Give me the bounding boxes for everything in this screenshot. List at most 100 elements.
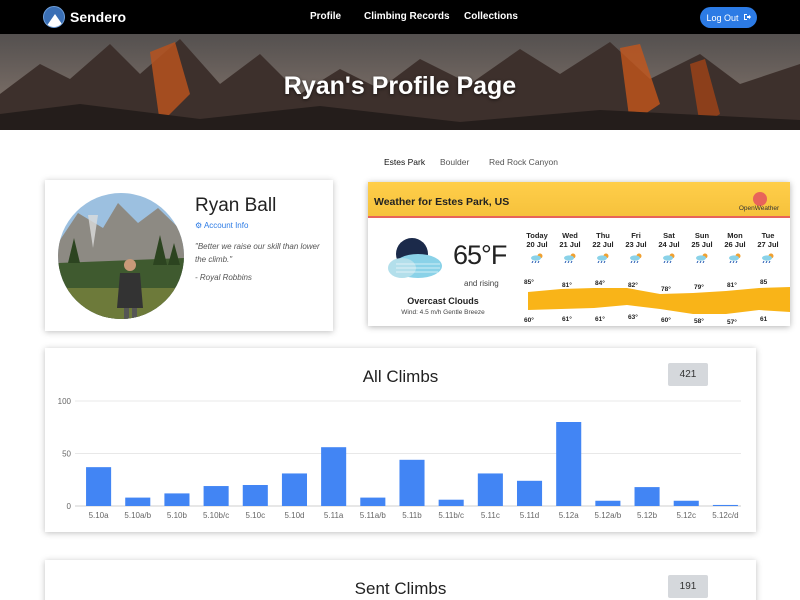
- bar-5-11a[interactable]: [321, 447, 347, 506]
- bar-5-10a[interactable]: [86, 467, 112, 506]
- wind-info: Wind: 4.5 m/h Gentle Breeze: [401, 309, 485, 316]
- all-climbs-bar-chart: 0 50 100 5.10a 5.10a/b 5.10b 5.10b/c 5.10c 5.10d…: [58, 397, 741, 520]
- forecast-day-name: Wed: [562, 231, 578, 240]
- tab-estes-park[interactable]: Estes Park: [384, 157, 425, 167]
- forecast-high: 85°: [524, 279, 534, 286]
- forecast-day-name: Fri: [631, 231, 641, 240]
- forecast-low: 61: [760, 316, 768, 323]
- x-tick-label: 5.12c: [676, 511, 696, 520]
- forecast-weather-icon: [564, 253, 576, 263]
- tab-boulder[interactable]: Boulder: [440, 157, 469, 167]
- x-tick-label: 5.11b/c: [438, 511, 464, 520]
- bar-5-10b[interactable]: [164, 493, 190, 506]
- x-tick-label: 5.11b: [402, 511, 422, 520]
- sign-out-icon: [743, 13, 751, 23]
- forecast-day: Mon 26 Jul: [719, 231, 751, 249]
- forecast-high: 78°: [661, 286, 671, 293]
- forecast-day-name: Sat: [663, 231, 675, 240]
- forecast-high: 81°: [562, 282, 572, 289]
- forecast-weather-icon: [663, 253, 675, 263]
- bar-5-12c-d[interactable]: [712, 504, 738, 506]
- forecast-low: 61°: [562, 316, 572, 323]
- forecast-weather-icon: [762, 253, 774, 263]
- quote: "Better we raise our skill than lower th…: [195, 242, 320, 264]
- forecast-day-name: Mon: [727, 231, 743, 240]
- temperature-trend: and rising: [464, 279, 499, 288]
- openweather-label: OpenWeather: [738, 205, 780, 212]
- overcast-clouds-icon: [388, 238, 442, 278]
- x-tick-label: 5.11d: [520, 511, 539, 520]
- forecast-weather-icon: [597, 253, 609, 263]
- forecast-high: 84°: [595, 280, 605, 287]
- hero-banner: Ryan's Profile Page: [0, 34, 800, 130]
- logout-button[interactable]: Log Out: [700, 7, 757, 28]
- y-tick-label: 50: [62, 450, 71, 459]
- forecast-day: Tue 27 Jul: [752, 231, 784, 249]
- forecast-high: 79°: [694, 284, 704, 291]
- y-tick-label: 100: [58, 397, 72, 406]
- bar-5-10a-b[interactable]: [125, 497, 151, 506]
- bar-5-11c[interactable]: [477, 473, 503, 506]
- x-tick-label: 5.11c: [481, 511, 500, 520]
- forecast-date: 21 Jul: [559, 240, 581, 249]
- account-info-link[interactable]: ⚙ Account Info: [195, 221, 248, 230]
- all-climbs-card: All Climbs 421 0 50 100 5.10a 5.10a/b 5.10b 5.…: [45, 348, 756, 532]
- navbar: Sendero Profile Climbing Records Collect…: [0, 0, 800, 34]
- gear-icon: ⚙: [195, 221, 203, 230]
- profile-card: Ryan Ball ⚙ Account Info "Better we rais…: [45, 180, 333, 331]
- nav-link-climbing-records[interactable]: Climbing Records: [364, 11, 450, 22]
- bar-5-10d[interactable]: [281, 473, 308, 506]
- forecast-date: 23 Jul: [625, 240, 647, 249]
- logout-label: Log Out: [706, 12, 739, 23]
- forecast-date: 27 Jul: [757, 240, 779, 249]
- forecast-day: Today 20 Jul: [521, 231, 553, 249]
- x-tick-label: 5.10c: [246, 511, 266, 520]
- openweather-logo: OpenWeather: [734, 192, 784, 214]
- weather-condition: Overcast Clouds: [407, 296, 479, 306]
- page-title: Ryan's Profile Page: [283, 72, 517, 100]
- openweather-sun-icon: [753, 192, 767, 206]
- forecast-day: Fri 23 Jul: [620, 231, 652, 249]
- forecast-date: 26 Jul: [724, 240, 746, 249]
- forecast-low: 60°: [661, 317, 671, 324]
- forecast-date: 25 Jul: [691, 240, 713, 249]
- bar-5-12a-b[interactable]: [595, 500, 621, 506]
- account-info-label: Account Info: [203, 221, 249, 230]
- forecast-date: 24 Jul: [658, 240, 680, 249]
- forecast-day: Sat 24 Jul: [653, 231, 685, 249]
- bar-5-10c[interactable]: [242, 485, 268, 506]
- avatar: [58, 193, 184, 319]
- sent-climbs-count-badge: 191: [668, 575, 708, 598]
- x-tick-label: 5.10d: [284, 511, 304, 520]
- nav-link-collections[interactable]: Collections: [464, 11, 518, 22]
- x-tick-label: 5.12a/b: [595, 511, 622, 520]
- current-temperature: 65°F: [453, 240, 507, 270]
- x-tick-label: 5.11a/b: [360, 511, 387, 520]
- forecast-day-name: Tue: [761, 231, 775, 240]
- bar-5-12c[interactable]: [673, 500, 699, 506]
- bar-5-11b[interactable]: [399, 459, 425, 506]
- bar-5-11d[interactable]: [516, 480, 543, 506]
- forecast-day: Wed 21 Jul: [554, 231, 586, 249]
- sent-climbs-card: Sent Climbs 191: [45, 560, 756, 600]
- tab-red-rock-canyon[interactable]: Red Rock Canyon: [489, 157, 558, 167]
- forecast-weather-icon: [531, 253, 543, 263]
- bar-5-10b-c[interactable]: [203, 486, 229, 506]
- x-tick-label: 5.12a: [559, 511, 580, 520]
- forecast-low: 63°: [628, 314, 638, 321]
- forecast-weather-icon: [729, 253, 741, 263]
- forecast-low: 61°: [595, 316, 605, 323]
- forecast-day: Sun 25 Jul: [686, 231, 718, 249]
- bar-5-11a-b[interactable]: [360, 497, 386, 506]
- forecast-high: 81°: [727, 282, 737, 289]
- forecast-weather-icon: [696, 253, 708, 263]
- nav-link-profile[interactable]: Profile: [310, 11, 341, 22]
- bar-5-11b-c[interactable]: [438, 499, 464, 506]
- forecast-weather-icon: [630, 253, 642, 263]
- bar-5-12b[interactable]: [634, 487, 660, 506]
- bar-5-12a[interactable]: [556, 422, 582, 506]
- forecast-day-name: Thu: [596, 231, 610, 240]
- x-tick-label: 5.10b: [167, 511, 188, 520]
- x-tick-label: 5.12b: [637, 511, 658, 520]
- x-tick-label: 5.10a: [89, 511, 110, 520]
